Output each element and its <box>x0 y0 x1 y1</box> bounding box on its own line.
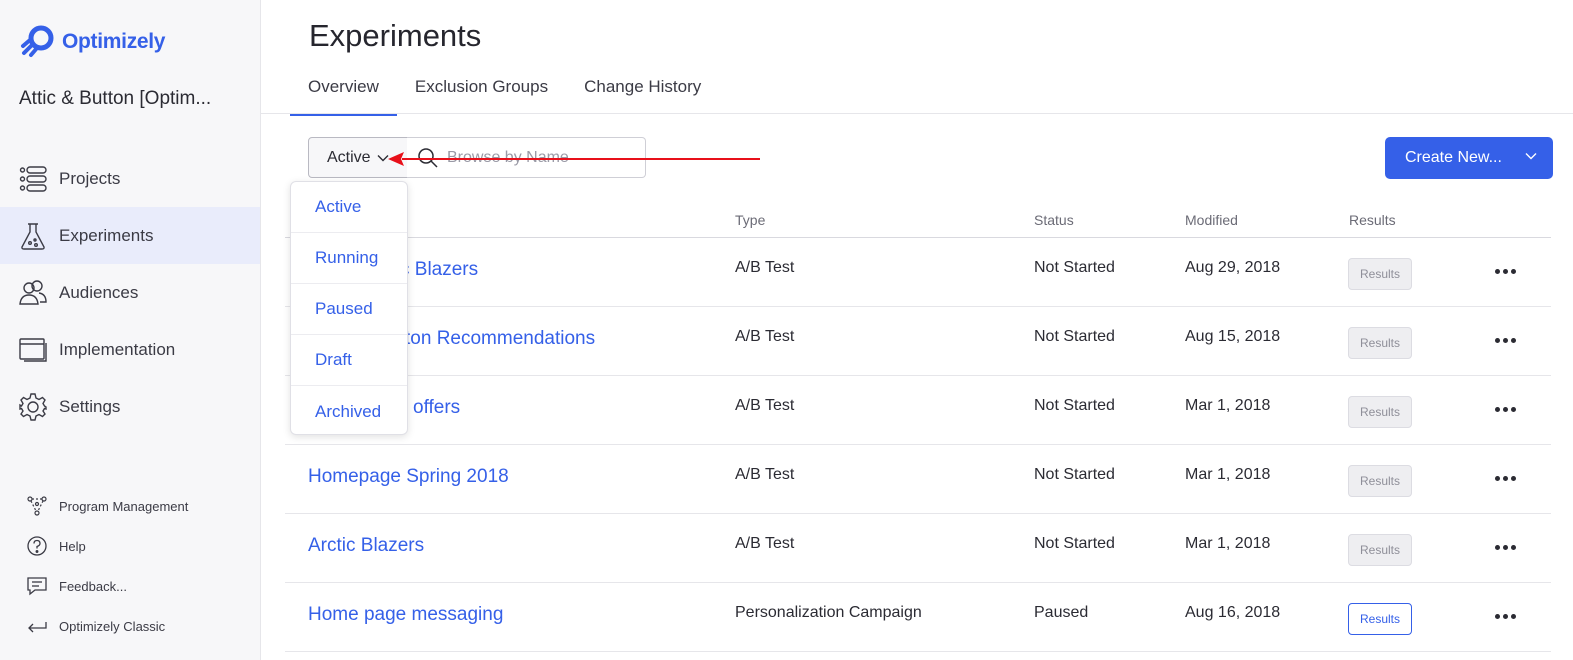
tab-exclusion-groups[interactable]: Exclusion Groups <box>397 72 566 114</box>
more-options-icon[interactable] <box>1495 609 1521 623</box>
brand-name: Optimizely <box>62 30 166 53</box>
optimizely-logo-icon <box>21 25 54 57</box>
filter-option-archived[interactable]: Archived <box>291 386 407 437</box>
experiment-status: Not Started <box>1034 535 1115 552</box>
sidebar-item-feedback[interactable]: Feedback... <box>0 566 260 606</box>
sidebar-bottom-nav: Program Management Help Feedback... Opti… <box>0 486 260 646</box>
status-filter-value: Active <box>327 148 371 166</box>
status-filter-menu: Active Running Paused Draft Archived <box>290 181 408 435</box>
column-header-type[interactable]: Type <box>735 212 765 228</box>
column-header-results: Results <box>1349 212 1396 228</box>
more-options-icon[interactable] <box>1495 264 1521 278</box>
main-content: Experiments Overview Exclusion Groups Ch… <box>261 0 1573 660</box>
sidebar-item-label: Optimizely Classic <box>59 618 166 634</box>
audiences-icon <box>19 279 47 305</box>
sidebar-item-help[interactable]: Help <box>0 526 260 566</box>
experiment-status: Paused <box>1034 604 1089 621</box>
experiment-name-link[interactable]: ton Recommendations <box>405 328 595 350</box>
experiment-status: Not Started <box>1034 328 1115 345</box>
tab-overview[interactable]: Overview <box>290 72 397 116</box>
more-options-icon[interactable] <box>1495 471 1521 485</box>
experiment-type: A/B Test <box>735 466 795 483</box>
experiment-modified: Mar 1, 2018 <box>1185 397 1271 414</box>
sidebar-item-audiences[interactable]: Audiences <box>0 264 260 321</box>
experiment-type: A/B Test <box>735 535 795 552</box>
page-title: Experiments <box>309 18 482 53</box>
results-button[interactable]: Results <box>1348 258 1412 290</box>
chevron-down-icon <box>1525 153 1537 160</box>
experiment-name-link[interactable]: Arctic Blazers <box>308 535 424 557</box>
results-button[interactable]: Results <box>1348 534 1412 566</box>
sidebar: Optimizely Attic & Button [Optim... Proj… <box>0 0 261 660</box>
create-new-button[interactable]: Create New... <box>1385 137 1553 179</box>
annotation-arrow <box>388 152 760 166</box>
experiment-status: Not Started <box>1034 466 1115 483</box>
experiment-name-link[interactable]: Homepage Spring 2018 <box>308 466 509 488</box>
sidebar-item-label: Program Management <box>59 498 189 514</box>
results-button[interactable]: Results <box>1348 603 1412 635</box>
tab-bar: Overview Exclusion Groups Change History <box>290 72 719 116</box>
experiment-type: A/B Test <box>735 259 795 276</box>
table-row: ctic Blazers A/B Test Not Started Aug 29… <box>285 238 1551 307</box>
sidebar-item-settings[interactable]: Settings <box>0 378 260 435</box>
sidebar-item-label: Audiences <box>59 282 139 302</box>
results-button[interactable]: Results <box>1348 465 1412 497</box>
sidebar-item-optimizely-classic[interactable]: Optimizely Classic <box>0 606 260 646</box>
implementation-icon <box>19 337 47 362</box>
tab-change-history[interactable]: Change History <box>566 72 719 114</box>
sidebar-item-projects[interactable]: Projects <box>0 150 260 207</box>
feedback-icon <box>27 577 47 596</box>
experiment-type: A/B Test <box>735 328 795 345</box>
column-header-modified[interactable]: Modified <box>1185 212 1238 228</box>
sidebar-nav: Projects Experiments Audiences Implement… <box>0 150 260 435</box>
sidebar-item-program-management[interactable]: Program Management <box>0 486 260 526</box>
flask-icon <box>21 222 45 250</box>
experiment-type: A/B Test <box>735 397 795 414</box>
more-options-icon[interactable] <box>1495 402 1521 416</box>
more-options-icon[interactable] <box>1495 540 1521 554</box>
table-row: Homepage Spring 2018 A/B Test Not Starte… <box>285 445 1551 514</box>
column-header-status[interactable]: Status <box>1034 212 1074 228</box>
more-options-icon[interactable] <box>1495 333 1521 347</box>
filter-option-draft[interactable]: Draft <box>291 335 407 386</box>
table-row: Arctic Blazers A/B Test Not Started Mar … <box>285 514 1551 583</box>
table-row: ton Recommendations A/B Test Not Started… <box>285 307 1551 376</box>
optimizely-logo[interactable]: Optimizely <box>20 24 166 60</box>
experiment-status: Not Started <box>1034 397 1115 414</box>
table-row: Home page messaging Personalization Camp… <box>285 583 1551 652</box>
program-management-icon <box>27 496 47 516</box>
experiment-modified: Aug 29, 2018 <box>1185 259 1281 276</box>
filter-option-active[interactable]: Active <box>291 182 407 233</box>
results-button[interactable]: Results <box>1348 327 1412 359</box>
sidebar-item-label: Experiments <box>59 225 154 245</box>
table-row: offers A/B Test Not Started Mar 1, 2018 … <box>285 376 1551 445</box>
sidebar-item-label: Settings <box>59 396 121 416</box>
projects-icon <box>19 165 47 192</box>
table-header: Type Status Modified Results <box>285 200 1551 238</box>
experiment-type: Personalization Campaign <box>735 604 922 621</box>
experiment-name-link[interactable]: Home page messaging <box>308 604 503 626</box>
sidebar-item-label: Implementation <box>59 339 176 359</box>
sidebar-item-label: Projects <box>59 168 121 188</box>
filter-option-running[interactable]: Running <box>291 233 407 284</box>
sidebar-item-experiments[interactable]: Experiments <box>0 207 260 264</box>
experiment-modified: Aug 16, 2018 <box>1185 604 1281 621</box>
results-button[interactable]: Results <box>1348 396 1412 428</box>
experiment-modified: Aug 15, 2018 <box>1185 328 1281 345</box>
experiment-modified: Mar 1, 2018 <box>1185 466 1271 483</box>
filter-option-paused[interactable]: Paused <box>291 284 407 335</box>
sidebar-item-label: Help <box>59 538 86 554</box>
return-arrow-icon <box>28 622 47 633</box>
help-icon <box>27 536 47 556</box>
gear-icon <box>19 392 47 421</box>
experiment-status: Not Started <box>1034 259 1115 276</box>
sidebar-item-implementation[interactable]: Implementation <box>0 321 260 378</box>
create-new-label: Create New... <box>1405 149 1502 166</box>
experiment-modified: Mar 1, 2018 <box>1185 535 1271 552</box>
tabs-divider <box>261 113 1573 114</box>
experiment-name-link[interactable]: offers <box>413 397 460 419</box>
sidebar-item-label: Feedback... <box>59 578 127 594</box>
account-name[interactable]: Attic & Button [Optim... <box>19 88 211 110</box>
